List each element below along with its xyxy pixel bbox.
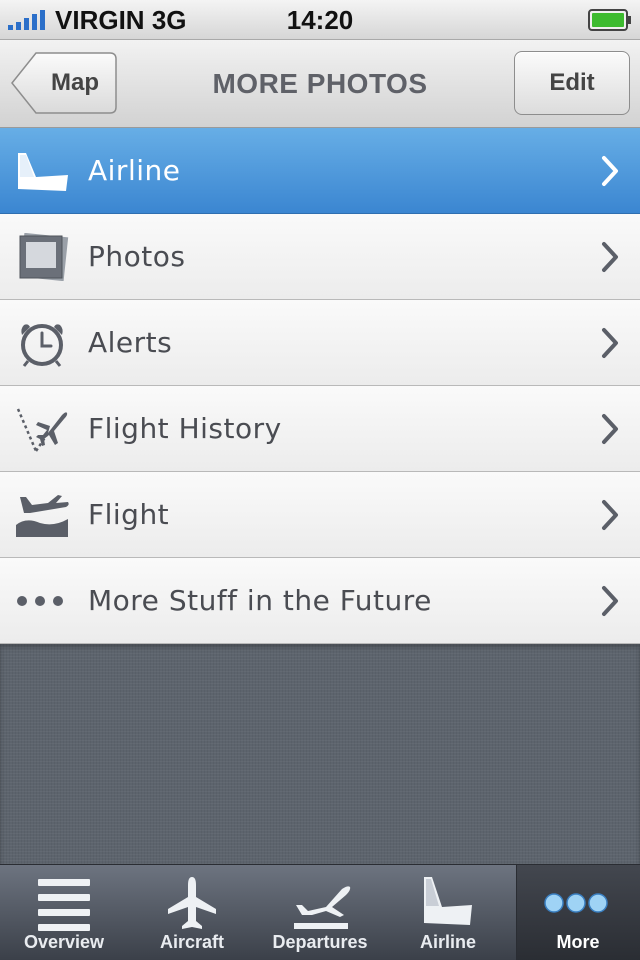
tab-bar: Overview Aircraft Departures Airline Mor… [0,864,640,960]
tab-airline[interactable]: Airline [384,865,512,960]
tab-departures[interactable]: Departures [256,865,384,960]
clock: 14:20 [286,5,354,35]
tab-more[interactable]: More [516,865,640,960]
flight-history-icon [16,408,68,452]
list-item-label: Airline [88,154,181,187]
navigation-bar: Map MORE PHOTOS Edit [0,40,640,128]
tab-label: More [556,932,600,952]
list-item-label: Flight History [88,412,282,445]
more-dots-icon [544,893,608,913]
airline-tail-icon [424,877,472,925]
airline-tail-icon [18,153,68,191]
departures-icon [294,886,351,929]
chevron-right-icon [602,156,618,186]
list-item-photos[interactable]: Photos [0,214,640,300]
plane-takeoff-icon [16,495,69,537]
chevron-right-icon [602,586,618,616]
edit-button[interactable]: Edit [514,51,630,115]
photos-icon [19,233,69,281]
chevron-right-icon [602,500,618,530]
tab-label: Aircraft [159,932,225,952]
list-lines-icon [38,879,90,931]
list-item-label: Flight [88,498,170,531]
list-item-airline[interactable]: Airline [0,128,640,214]
list-item-label: Photos [88,240,186,273]
tab-aircraft[interactable]: Aircraft [128,865,256,960]
list-item-alerts[interactable]: Alerts [0,300,640,386]
list-item-flight-history[interactable]: Flight History [0,386,640,472]
status-bar: VIRGIN 3G 14:20 [0,0,640,40]
chevron-right-icon [602,414,618,444]
linen-background [0,644,640,864]
chevron-right-icon [602,328,618,358]
tab-label: Departures [272,932,368,952]
list-item-more-stuff[interactable]: More Stuff in the Future [0,558,640,644]
tab-overview[interactable]: Overview [0,865,128,960]
battery-icon [588,9,631,31]
chevron-right-icon [602,242,618,272]
alarm-clock-icon [21,324,63,367]
tab-label: Airline [419,932,476,952]
tab-label: Overview [23,932,105,952]
menu-list: Airline Photos Alerts Flight History Fli… [0,128,640,644]
airplane-icon [168,877,216,929]
ellipsis-icon [17,596,63,606]
list-item-flight[interactable]: Flight [0,472,640,558]
list-item-label: Alerts [88,326,173,359]
list-item-label: More Stuff in the Future [88,584,432,617]
